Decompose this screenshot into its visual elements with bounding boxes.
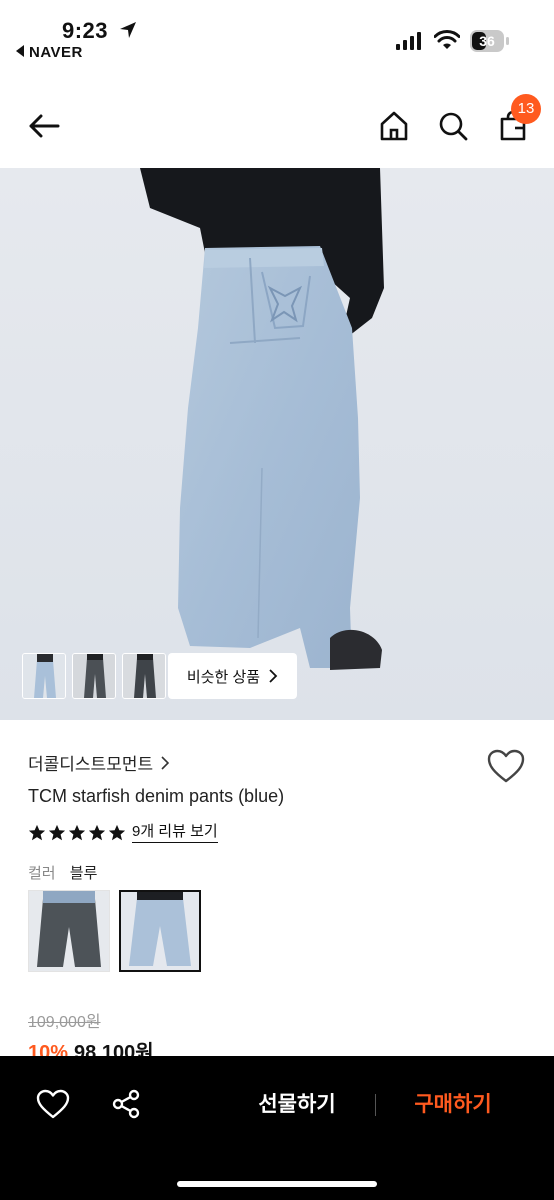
- star-icon: [28, 824, 46, 840]
- color-swatch-dark[interactable]: [28, 890, 110, 972]
- back-triangle-icon: [16, 45, 24, 57]
- product-image[interactable]: 비슷한 상품: [0, 168, 554, 720]
- star-icon: [88, 824, 106, 840]
- home-indicator[interactable]: [177, 1181, 377, 1187]
- product-title: TCM starfish denim pants (blue): [28, 786, 285, 806]
- gift-button[interactable]: 선물하기: [236, 1088, 358, 1122]
- heart-icon[interactable]: [486, 748, 526, 784]
- rating-row: 9개 리뷰 보기: [28, 822, 218, 843]
- similar-products-label: 비슷한 상품: [186, 668, 261, 686]
- color-swatch-blue[interactable]: [119, 890, 201, 972]
- brand-link[interactable]: 더콜디스트모먼트: [28, 750, 170, 775]
- product-photo: [0, 168, 554, 720]
- thumbnail-2[interactable]: [72, 653, 116, 699]
- chevron-right-icon: [269, 669, 278, 683]
- search-icon[interactable]: [433, 106, 473, 146]
- back-app-label: NAVER: [29, 44, 83, 61]
- star-icon: [108, 824, 126, 840]
- option-label: 컬러: [28, 865, 56, 882]
- cart-button[interactable]: 13: [493, 94, 541, 146]
- buy-button[interactable]: 구매하기: [392, 1088, 514, 1122]
- bottom-action-bar: 선물하기 구매하기: [0, 1056, 554, 1200]
- star-icon: [68, 824, 86, 840]
- battery-icon: 36: [470, 30, 510, 52]
- star-rating: [28, 824, 126, 842]
- wifi-icon: [434, 30, 460, 49]
- chevron-right-icon: [161, 755, 170, 770]
- color-option: 컬러 블루: [28, 862, 97, 883]
- brand-name: 더콜디스트모먼트: [28, 755, 154, 774]
- back-arrow-icon[interactable]: [24, 106, 64, 146]
- divider: [375, 1094, 376, 1116]
- color-swatches: [28, 890, 201, 972]
- thumbnail-1[interactable]: [22, 653, 66, 699]
- original-price: 109,000원: [28, 1014, 101, 1031]
- location-arrow-icon: [120, 22, 136, 38]
- back-to-app-link[interactable]: NAVER: [16, 44, 83, 61]
- option-value: 블루: [69, 865, 98, 882]
- cart-count-badge: 13: [511, 94, 541, 124]
- share-icon[interactable]: [110, 1088, 142, 1120]
- top-navigation: 13: [0, 86, 554, 166]
- thumbnail-3[interactable]: [122, 653, 166, 699]
- status-time: 9:23: [62, 18, 109, 43]
- image-thumbnails: [22, 653, 166, 699]
- star-icon: [48, 824, 66, 840]
- home-icon[interactable]: [374, 106, 414, 146]
- status-bar: 9:23 NAVER 36: [0, 0, 554, 70]
- review-link[interactable]: 9개 리뷰 보기: [132, 822, 218, 843]
- heart-icon[interactable]: [36, 1089, 70, 1119]
- signal-icon: [396, 32, 421, 50]
- battery-level: 36: [479, 33, 495, 49]
- similar-products-button[interactable]: 비슷한 상품: [168, 653, 297, 699]
